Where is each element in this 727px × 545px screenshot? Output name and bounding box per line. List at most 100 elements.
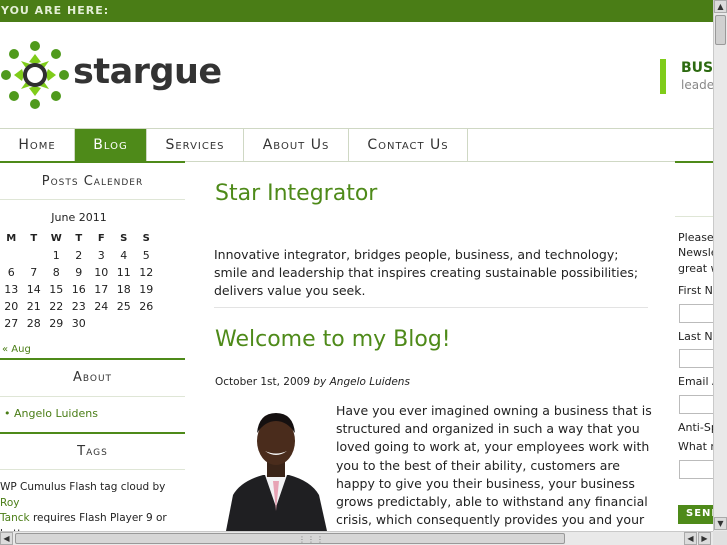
newsletter-intro-2: Newsle xyxy=(678,246,713,259)
calendar-day: 27 xyxy=(4,317,19,330)
about-author-name: Angelo Luidens xyxy=(14,407,98,420)
calendar-day: 18 xyxy=(116,283,131,296)
breadcrumb-bar: YOU ARE HERE: xyxy=(0,0,713,22)
scroll-grip-icon: ⋮⋮⋮ xyxy=(298,535,325,544)
calendar-day: 8 xyxy=(52,266,60,279)
nav-item-services[interactable]: Services xyxy=(147,129,244,161)
tags-top-rule xyxy=(0,432,185,434)
horizontal-scrollbar[interactable]: ◀ ⋮⋮⋮ ◀ ▶ xyxy=(0,531,713,545)
calendar-table: M T W T F S S 1 2 3 4 5 6 7 8 9 10 11 12 13 14 15 16 17 1… xyxy=(0,230,158,332)
calendar-day xyxy=(23,247,46,264)
calendar-day: 21 xyxy=(26,300,41,313)
site-logo[interactable]: stargue xyxy=(0,40,222,110)
first-name-field[interactable] xyxy=(679,304,713,323)
nav-item-about-us[interactable]: About Us xyxy=(244,129,349,161)
calendar-day: 19 xyxy=(139,283,154,296)
calendar-day: 24 xyxy=(94,300,109,313)
calendar-top-rule xyxy=(0,161,185,163)
vertical-scrollbar[interactable]: ▲ ▼ xyxy=(713,0,727,531)
calendar-caption: June 2011 xyxy=(51,211,107,224)
calendar-week-row: 1 2 3 4 5 xyxy=(0,247,158,264)
newsletter-intro-3: great w xyxy=(678,262,713,275)
about-top-rule xyxy=(0,358,185,360)
calendar-day: 3 xyxy=(97,249,105,262)
nav-item-home[interactable]: Home xyxy=(0,129,75,161)
stargue-logo-icon xyxy=(1,41,69,109)
page-description: Innovative integrator, bridges people, b… xyxy=(214,247,639,298)
email-field[interactable] xyxy=(679,395,713,414)
calendar-day: 22 xyxy=(49,300,64,313)
calendar-weekday-row: M T W T F S S xyxy=(0,230,158,247)
calendar-title-divider xyxy=(0,199,185,200)
vertical-scroll-thumb[interactable] xyxy=(715,15,726,45)
calendar-day xyxy=(90,315,113,332)
about-title-divider xyxy=(0,396,185,397)
scroll-left-icon[interactable]: ◀ xyxy=(0,532,13,545)
calendar-day: 23 xyxy=(71,300,86,313)
calendar-days: 1 2 3 4 5 6 7 8 9 10 11 12 13 14 15 16 17 18 19 20 21 22 23 24 2… xyxy=(0,247,158,332)
calendar-day: 11 xyxy=(116,266,131,279)
header-tagline: leade xyxy=(681,78,713,92)
post-title[interactable]: Welcome to my Blog! xyxy=(215,327,451,352)
calendar-day: 9 xyxy=(75,266,83,279)
calendar-day: 15 xyxy=(49,283,64,296)
tags-title-divider xyxy=(0,469,185,470)
calendar-day xyxy=(113,315,136,332)
brand-name: stargue xyxy=(73,52,222,92)
anti-spam-question: What n xyxy=(678,440,713,453)
post-meta: October 1st, 2009 by Angelo Luidens xyxy=(215,376,410,388)
scroll-down-icon[interactable]: ▼ xyxy=(714,517,727,530)
send-button[interactable]: SEND xyxy=(678,505,713,524)
weekday-header: F xyxy=(97,233,105,244)
weekday-header: T xyxy=(75,233,83,244)
calendar-day: 2 xyxy=(75,249,83,262)
main-nav: Home Blog Services About Us Contact Us xyxy=(0,128,713,162)
calendar-day: 29 xyxy=(49,317,64,330)
calendar-week-row: 13 14 15 16 17 18 19 xyxy=(0,281,158,298)
scroll-right-icon[interactable]: ▶ xyxy=(698,532,711,545)
calendar-week-row: 20 21 22 23 24 25 26 xyxy=(0,298,158,315)
about-widget-title: About xyxy=(72,370,113,385)
weekday-header: M xyxy=(6,233,17,244)
author-photo xyxy=(226,413,327,531)
calendar-day: 14 xyxy=(26,283,41,296)
content-divider xyxy=(214,307,648,308)
roy-tanck-link[interactable]: Roy xyxy=(0,497,19,509)
horizontal-scroll-thumb[interactable]: ⋮⋮⋮ xyxy=(15,533,565,544)
scroll-left-icon[interactable]: ◀ xyxy=(684,532,697,545)
page-title: Star Integrator xyxy=(215,181,378,206)
anti-spam-field[interactable] xyxy=(679,460,713,479)
calendar-day: 13 xyxy=(4,283,19,296)
tags-widget-title: Tags xyxy=(77,444,108,459)
weekday-header: S xyxy=(142,233,150,244)
calendar-day: 26 xyxy=(139,300,154,313)
calendar-day: 6 xyxy=(7,266,15,279)
calendar-day xyxy=(135,315,158,332)
header-accent-bar xyxy=(660,59,666,94)
scroll-up-icon[interactable]: ▲ xyxy=(714,0,727,13)
breadcrumb: YOU ARE HERE: xyxy=(1,4,110,17)
weekday-header: T xyxy=(30,233,38,244)
calendar-week-row: 6 7 8 9 10 11 12 xyxy=(0,264,158,281)
calendar-day: 12 xyxy=(139,266,154,279)
roy-tanck-link-2[interactable]: Tanck xyxy=(0,512,30,524)
nav-item-blog[interactable]: Blog xyxy=(75,129,147,161)
last-name-field[interactable] xyxy=(679,349,713,368)
newsletter-top-rule xyxy=(675,161,713,163)
bullet-icon: • xyxy=(4,407,14,420)
post-date: October 1st, 2009 xyxy=(215,376,311,388)
calendar-day: 1 xyxy=(52,249,60,262)
calendar-day: 5 xyxy=(142,249,150,262)
calendar-week-row: 27 28 29 30 xyxy=(0,315,158,332)
weekday-header: S xyxy=(120,233,128,244)
calendar-day: 16 xyxy=(71,283,86,296)
about-author-link[interactable]: • Angelo Luidens xyxy=(4,407,98,420)
post-by: by xyxy=(313,376,327,388)
nav-item-contact-us[interactable]: Contact Us xyxy=(349,129,468,161)
calendar-day: 7 xyxy=(30,266,38,279)
calendar-day xyxy=(0,247,23,264)
first-name-label: First Na xyxy=(678,284,713,297)
calendar-day: 4 xyxy=(120,249,128,262)
page-viewport: YOU ARE HERE: stargue BUS leade Home Blo… xyxy=(0,0,713,531)
calendar-prev-month-link[interactable]: « Aug xyxy=(2,344,31,355)
